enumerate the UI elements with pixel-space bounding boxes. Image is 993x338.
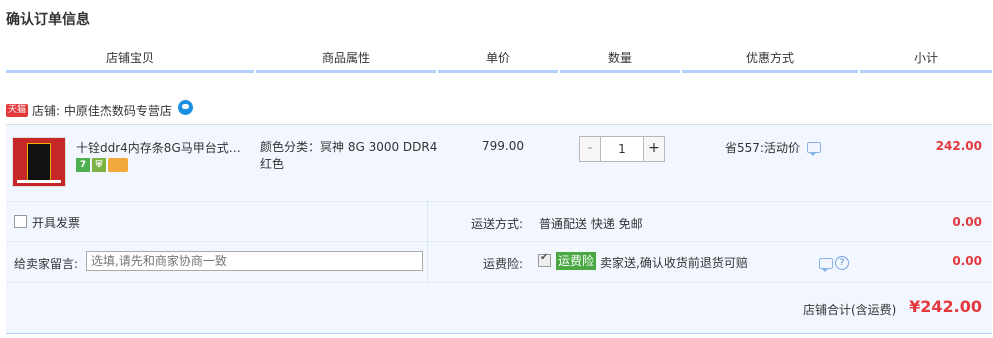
- product-attributes: 颜色分类：冥神 8G 3000 DDR4 红色: [260, 139, 440, 173]
- discount-text: 省557:活动价: [725, 141, 800, 155]
- shop-total-label: 店铺合计(含运费): [803, 303, 897, 317]
- help-icon[interactable]: ?: [835, 256, 849, 270]
- invoice-checkbox[interactable]: [14, 215, 27, 228]
- insurance-checkbox[interactable]: [538, 252, 551, 267]
- insurance-tag: 运费险: [556, 252, 597, 270]
- discount-method: 省557:活动价: [725, 139, 821, 156]
- shipping-method: 普通配送 快递 免邮: [539, 217, 643, 231]
- quantity-input[interactable]: 1: [601, 137, 643, 161]
- seller-message-input[interactable]: [86, 251, 423, 271]
- insurance-amount: 0.00: [952, 254, 982, 268]
- header-quantity: 数量: [560, 46, 680, 73]
- quantity-stepper: - 1 +: [579, 136, 665, 162]
- divider: [427, 242, 428, 282]
- shop-name[interactable]: 中原佳杰数码专营店: [64, 102, 172, 119]
- header-attributes: 商品属性: [256, 46, 436, 73]
- page-title: 确认订单信息: [6, 12, 90, 28]
- insurance-label: 运费险:: [483, 257, 524, 271]
- shield-icon[interactable]: ⛨: [92, 158, 106, 172]
- comment-icon[interactable]: [819, 257, 833, 272]
- invoice-shipping-row: 开具发票 运送方式: 普通配送 快递 免邮 0.00: [6, 201, 992, 241]
- header-price: 单价: [438, 46, 558, 73]
- message-insurance-row: 给卖家留言: 运费险: 运费险 卖家送,确认收货前退货可赔 ? 0.00: [6, 241, 992, 282]
- header-subtotal: 小计: [860, 46, 992, 73]
- header-shop-items: 店铺宝贝: [6, 46, 254, 73]
- seller-message-label: 给卖家留言:: [14, 257, 79, 271]
- product-name-link[interactable]: 十铨ddr4内存条8G马甲台式电...: [76, 139, 246, 156]
- invoice-label: 开具发票: [32, 216, 81, 230]
- shop-row: 天猫 店铺: 中原佳杰数码专营店: [6, 99, 193, 120]
- insurance-icons: ?: [819, 256, 849, 272]
- ram-stick-image: [27, 143, 51, 181]
- insurance-description: 卖家送,确认收货前退货可赔: [600, 256, 748, 270]
- divider: [427, 202, 428, 241]
- seven-day-return-icon[interactable]: 7: [76, 158, 90, 172]
- shop-total-value: ¥242.00: [909, 297, 982, 316]
- quantity-decrease-button[interactable]: -: [580, 137, 601, 161]
- unit-price: 799.00: [482, 139, 524, 153]
- table-header: 店铺宝贝 商品属性 单价 数量 优惠方式 小计: [6, 46, 992, 73]
- service-badges: 7 ⛨: [76, 158, 128, 172]
- shipping-amount: 0.00: [952, 215, 982, 229]
- chat-icon[interactable]: [177, 99, 193, 115]
- header-discount: 优惠方式: [682, 46, 858, 73]
- product-thumbnail[interactable]: [12, 137, 66, 187]
- shop-label: 店铺:: [32, 103, 61, 118]
- item-subtotal: 242.00: [935, 139, 982, 153]
- comment-icon[interactable]: [806, 142, 821, 156]
- shop-total-row: 店铺合计(含运费) ¥242.00: [6, 282, 992, 334]
- shipping-label: 运送方式:: [471, 217, 524, 231]
- quantity-increase-button[interactable]: +: [643, 137, 664, 161]
- order-item-row: 十铨ddr4内存条8G马甲台式电... 7 ⛨ 颜色分类：冥神 8G 3000 …: [6, 124, 992, 201]
- attribute-color: 颜色分类：冥神 8G 3000 DDR4: [260, 140, 438, 154]
- credit-card-icon[interactable]: [108, 158, 128, 172]
- attribute-color-cont: 红色: [260, 157, 285, 171]
- tmall-badge: 天猫: [6, 103, 29, 117]
- thumbnail-strip: [17, 180, 61, 183]
